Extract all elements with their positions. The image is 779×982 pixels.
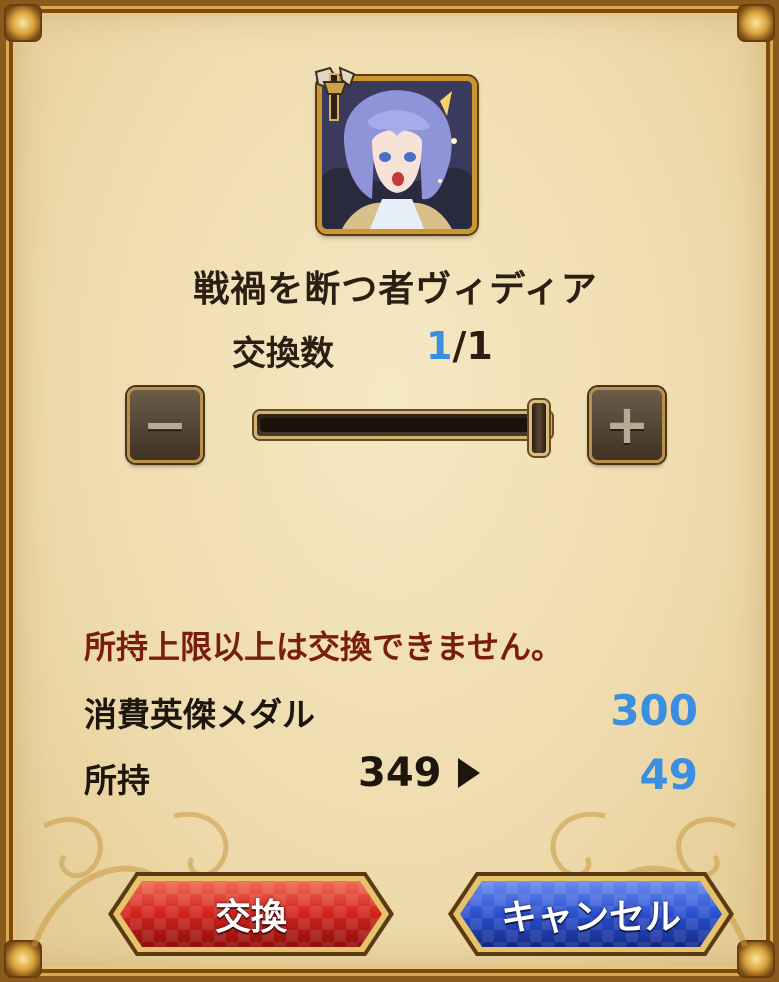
increase-button[interactable]: +: [589, 387, 665, 463]
corner-ornament: [737, 4, 775, 42]
quantity-slider[interactable]: [254, 400, 552, 456]
medal-cost-label: 消費英傑メダル: [84, 695, 315, 734]
owned-after-value: 49: [639, 750, 698, 799]
cancel-button-label: キャンセル: [500, 897, 681, 938]
medal-cost-value: 300: [610, 686, 698, 735]
corner-ornament: [4, 4, 42, 42]
exchange-count-current: 1: [426, 324, 453, 368]
owned-before-value: 349: [358, 750, 442, 796]
exchange-count-max: /1: [452, 324, 493, 368]
exchange-count-label: 交換数: [232, 334, 334, 374]
exchange-dialog: 戦禍を断つ者ヴィディア 交換数 1/1 − + 所持上限以上は交換できません。 …: [0, 0, 779, 982]
slider-fill: [260, 418, 539, 432]
decrease-button[interactable]: −: [127, 387, 203, 463]
exchange-button-label: 交換: [214, 897, 287, 938]
owned-label: 所持: [84, 761, 150, 800]
weapon-emblem-icon: [314, 66, 356, 121]
exchange-count-value: 1/1: [426, 324, 493, 368]
owned-limit-warning: 所持上限以上は交換できません。: [84, 628, 564, 666]
unit-name: 戦禍を断つ者ヴィディア: [193, 269, 598, 310]
slider-handle[interactable]: [529, 400, 549, 456]
cancel-button[interactable]: キャンセル: [446, 870, 736, 958]
minus-icon: −: [142, 393, 188, 456]
exchange-button[interactable]: 交換: [106, 870, 396, 958]
arrow-right-icon: [458, 758, 480, 788]
plus-icon: +: [604, 393, 650, 456]
